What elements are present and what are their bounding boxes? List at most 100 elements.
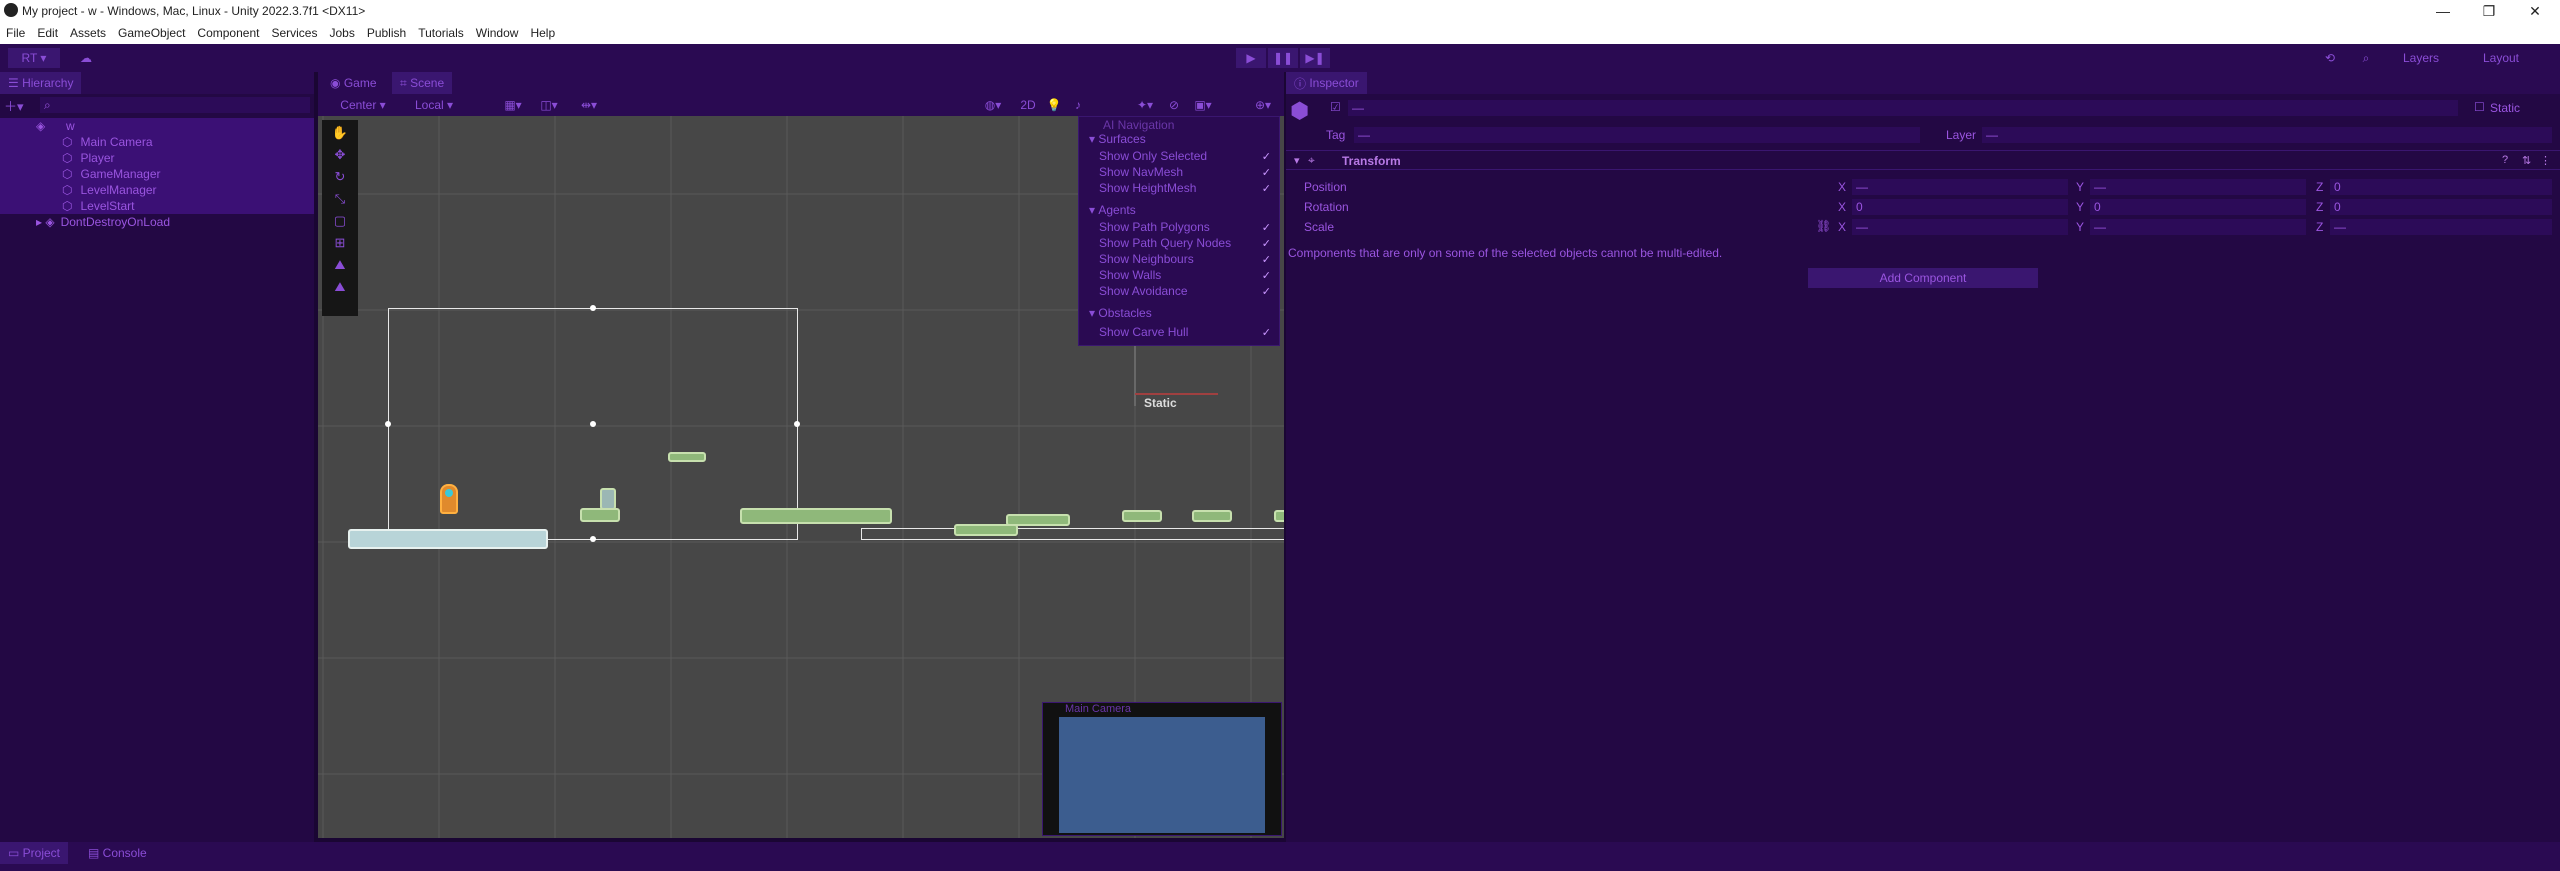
- section-surfaces[interactable]: ▾ Surfaces: [1079, 131, 1279, 147]
- account-dropdown[interactable]: RT ▾: [8, 48, 60, 68]
- tab-project[interactable]: ▭ Project: [0, 842, 69, 864]
- tab-inspector[interactable]: ⓘ Inspector: [1286, 72, 1367, 94]
- effects-icon[interactable]: ✦▾: [1130, 95, 1160, 115]
- position-y-field[interactable]: —: [2090, 179, 2306, 195]
- navmesh-tool-icon[interactable]: ⛰: [328, 256, 352, 274]
- toggle-show-carve-hull[interactable]: Show Carve Hull ✓: [1079, 324, 1279, 340]
- layout-dropdown[interactable]: Layout: [2466, 48, 2536, 68]
- hierarchy-item-levelstart[interactable]: ⬡ LevelStart: [0, 198, 314, 214]
- history-icon[interactable]: ⟲: [2320, 48, 2340, 68]
- toggle-show-walls[interactable]: Show Walls ✓: [1079, 267, 1279, 283]
- pivot-handle[interactable]: [590, 421, 596, 427]
- toggle-show-neighbours[interactable]: Show Neighbours ✓: [1079, 251, 1279, 267]
- toggle-show-path-query-nodes[interactable]: Show Path Query Nodes ✓: [1079, 235, 1279, 251]
- scale-handle-right[interactable]: [794, 421, 800, 427]
- menu-jobs[interactable]: Jobs: [323, 26, 360, 40]
- right-platform-2[interactable]: [1192, 510, 1232, 522]
- scale-handle-left[interactable]: [385, 421, 391, 427]
- right-platform-3[interactable]: [1274, 510, 1284, 522]
- scale-handle-bottom[interactable]: [590, 536, 596, 542]
- pillar-block[interactable]: [600, 488, 616, 510]
- right-platform-1[interactable]: [1122, 510, 1162, 522]
- hierarchy-search-input[interactable]: ⌕: [40, 97, 310, 113]
- space-dropdown[interactable]: Local ▾: [402, 95, 466, 115]
- move-tool-icon[interactable]: ✥: [328, 146, 352, 164]
- static-toggle[interactable]: ☐: [2474, 100, 2485, 114]
- menu-services[interactable]: Services: [265, 26, 323, 40]
- camera-icon[interactable]: ▣▾: [1188, 95, 1218, 115]
- menu-tutorials[interactable]: Tutorials: [412, 26, 470, 40]
- rect-tool-icon[interactable]: ▢: [328, 212, 352, 230]
- floating-platform[interactable]: [668, 452, 706, 462]
- toggle-show-path-polygons[interactable]: Show Path Polygons ✓: [1079, 219, 1279, 235]
- step-button[interactable]: ▶❚: [1300, 48, 1330, 68]
- search-icon[interactable]: ⌕: [2356, 48, 2376, 68]
- menu-gameobject[interactable]: GameObject: [112, 26, 191, 40]
- add-icon[interactable]: ＋▾: [4, 96, 24, 114]
- help-icon[interactable]: ?: [2502, 154, 2508, 166]
- hierarchy-item-gamemanager[interactable]: ⬡ GameManager: [0, 166, 314, 182]
- mid-platform[interactable]: [1006, 514, 1070, 526]
- position-z-field[interactable]: 0: [2330, 179, 2552, 195]
- close-button[interactable]: ✕: [2512, 0, 2558, 22]
- hierarchy-item-main-camera[interactable]: ⬡ Main Camera: [0, 134, 314, 150]
- menu-help[interactable]: Help: [524, 26, 561, 40]
- scale-tool-icon[interactable]: ⤡: [328, 190, 352, 208]
- preset-icon[interactable]: ⇅: [2522, 154, 2531, 167]
- ground-platform[interactable]: [348, 529, 548, 549]
- layers-dropdown[interactable]: Layers: [2386, 48, 2456, 68]
- increment-icon[interactable]: ⇹▾: [574, 95, 604, 115]
- snap-icon[interactable]: ◫▾: [534, 95, 564, 115]
- tab-scene[interactable]: ⌗ Scene: [392, 72, 453, 94]
- toggle-show-heightmesh[interactable]: Show HeightMesh ✓: [1079, 180, 1279, 196]
- constrain-proportions-icon[interactable]: ⛓: [1816, 219, 1831, 233]
- cloud-icon[interactable]: ☁: [76, 48, 96, 68]
- grid-snap-icon[interactable]: ▦▾: [498, 95, 528, 115]
- player-sprite[interactable]: [440, 484, 458, 514]
- menu-file[interactable]: File: [0, 26, 31, 40]
- hierarchy-item-scene[interactable]: ◈ w: [0, 118, 314, 134]
- rotation-z-field[interactable]: 0: [2330, 199, 2552, 215]
- tab-hierarchy[interactable]: ☰ Hierarchy: [0, 72, 82, 94]
- tag-dropdown[interactable]: —: [1354, 127, 1920, 143]
- lighting-icon[interactable]: 💡: [1044, 95, 1064, 115]
- active-toggle[interactable]: ☑: [1330, 100, 1341, 114]
- 2d-toggle-icon[interactable]: 2D: [1018, 95, 1038, 115]
- toggle-show-only-selected[interactable]: Show Only Selected ✓: [1079, 148, 1279, 164]
- menu-window[interactable]: Window: [470, 26, 525, 40]
- custom-tool-icon[interactable]: ⛰: [328, 278, 352, 296]
- long-platform[interactable]: [740, 508, 892, 524]
- pause-button[interactable]: ❚❚: [1268, 48, 1298, 68]
- minimize-button[interactable]: —: [2420, 0, 2466, 22]
- scale-x-field[interactable]: —: [1852, 219, 2068, 235]
- small-platform[interactable]: [580, 508, 620, 522]
- hierarchy-item-levelmanager[interactable]: ⬡ LevelManager: [0, 182, 314, 198]
- menu-publish[interactable]: Publish: [361, 26, 412, 40]
- audio-icon[interactable]: ♪: [1068, 95, 1088, 115]
- view-tool-icon[interactable]: ✋: [328, 124, 352, 142]
- kebab-menu-icon[interactable]: ⋮: [2540, 154, 2551, 167]
- play-button[interactable]: ▶: [1236, 48, 1266, 68]
- name-field[interactable]: —: [1348, 100, 2458, 116]
- hierarchy-item-player[interactable]: ⬡ Player: [0, 150, 314, 166]
- hidden-icon[interactable]: ⊘: [1164, 95, 1184, 115]
- scale-z-field[interactable]: —: [2330, 219, 2552, 235]
- rotation-x-field[interactable]: 0: [1852, 199, 2068, 215]
- tab-game[interactable]: ◉ Game: [322, 72, 385, 94]
- hierarchy-item-dontdestroyonload[interactable]: ▸ ◈ DontDestroyOnLoad: [0, 214, 314, 230]
- menu-edit[interactable]: Edit: [31, 26, 64, 40]
- layer-dropdown[interactable]: —: [1982, 127, 2552, 143]
- transform-header[interactable]: ▾ ⌖ Transform ? ⇅ ⋮: [1286, 150, 2560, 170]
- gizmos-icon[interactable]: ⊕▾: [1248, 95, 1278, 115]
- section-obstacles[interactable]: ▾ Obstacles: [1079, 305, 1279, 321]
- toggle-show-navmesh[interactable]: Show NavMesh ✓: [1079, 164, 1279, 180]
- pivot-dropdown[interactable]: Center ▾: [330, 95, 396, 115]
- menu-assets[interactable]: Assets: [64, 26, 112, 40]
- menu-component[interactable]: Component: [191, 26, 265, 40]
- rotate-tool-icon[interactable]: ↻: [328, 168, 352, 186]
- toggle-show-avoidance[interactable]: Show Avoidance ✓: [1079, 283, 1279, 299]
- scale-handle-top[interactable]: [590, 305, 596, 311]
- maximize-button[interactable]: ❐: [2466, 0, 2512, 22]
- rotation-y-field[interactable]: 0: [2090, 199, 2306, 215]
- transform-tool-icon[interactable]: ⊞: [328, 234, 352, 252]
